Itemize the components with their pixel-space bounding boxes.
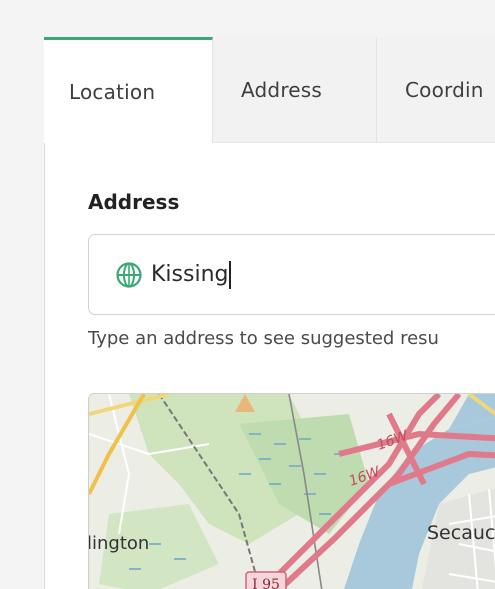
- town-label-right: Secauc: [427, 522, 495, 544]
- address-input[interactable]: Kissing: [88, 234, 495, 315]
- tab-location-label: Location: [69, 79, 156, 104]
- globe-icon: [115, 261, 143, 289]
- tab-location[interactable]: Location: [44, 37, 213, 143]
- tab-address[interactable]: Address: [213, 37, 377, 143]
- address-input-value: Kissing: [151, 262, 229, 287]
- map-view[interactable]: I 95 16W 16W lington Secauc: [88, 393, 495, 589]
- address-field-label: Address: [88, 190, 180, 214]
- town-label-left: lington: [89, 533, 149, 554]
- tab-coordinates[interactable]: Coordin: [377, 37, 495, 143]
- highway-label: I 95: [252, 577, 280, 589]
- map-canvas: I 95 16W 16W lington Secauc: [89, 394, 495, 589]
- text-caret: [229, 260, 232, 289]
- tab-coordinates-label: Coordin: [405, 77, 484, 102]
- tab-address-label: Address: [241, 77, 323, 102]
- helper-text: Type an address to see suggested resu: [88, 328, 439, 349]
- tab-bar: Location Address Coordin: [44, 37, 495, 143]
